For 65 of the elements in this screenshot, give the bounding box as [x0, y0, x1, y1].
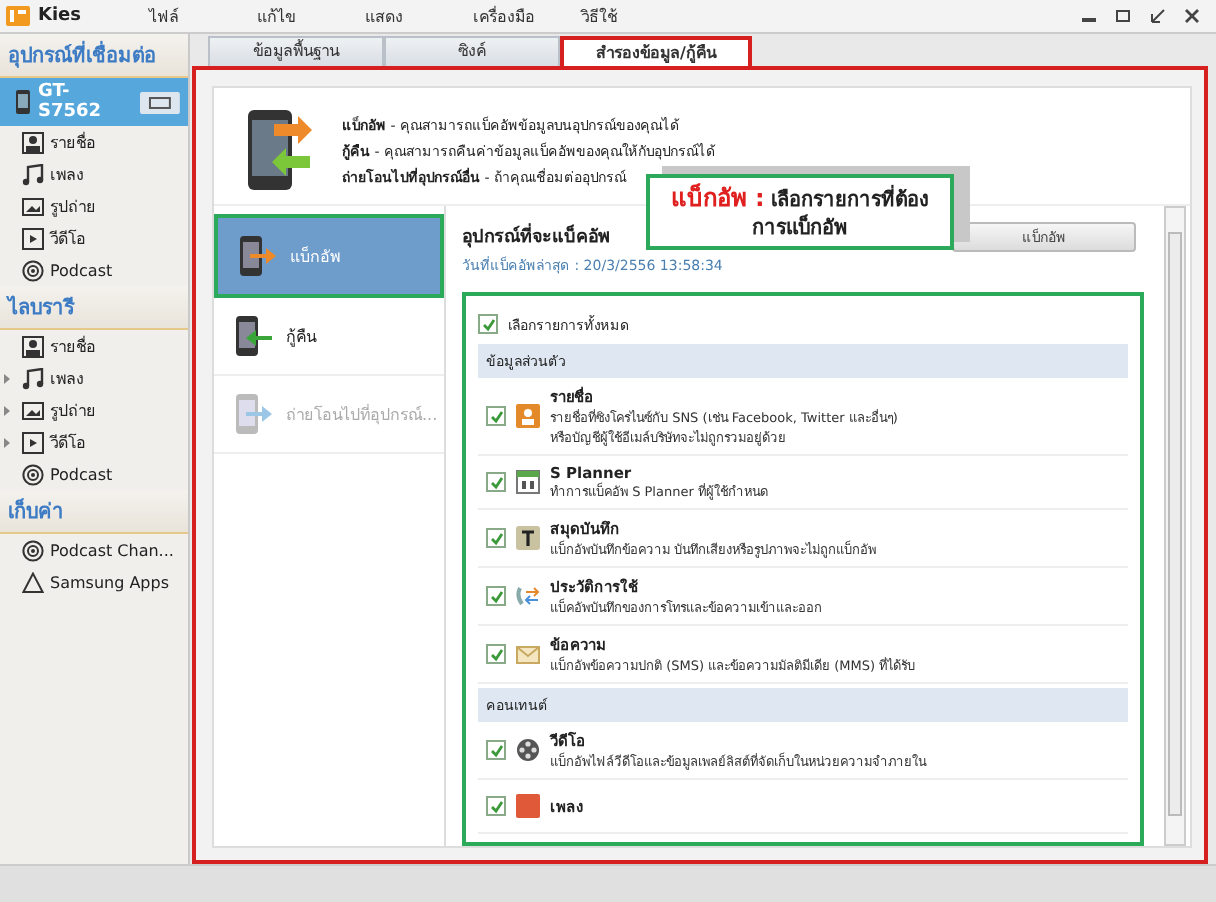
- app-logo-icon: [6, 6, 30, 26]
- phone-arrow-icon: [230, 392, 274, 436]
- phone-arrows-icon: [516, 584, 540, 608]
- sidebar-item[interactable]: Samsung Apps: [0, 566, 188, 598]
- phone-arrow-icon: [230, 314, 274, 358]
- app-name: Kies: [38, 6, 82, 26]
- sidebar-section-title: ไลบรารี: [0, 286, 188, 330]
- sidebar-item[interactable]: รายชื่อ: [0, 126, 188, 158]
- sidebar-item[interactable]: รายชื่อ: [0, 330, 188, 362]
- broadcast-icon: [22, 259, 44, 281]
- film-icon: [22, 431, 44, 453]
- letter-t-icon: [516, 526, 540, 550]
- sidebar-item[interactable]: เพลง: [0, 362, 188, 394]
- triangle-icon: [22, 571, 44, 593]
- sidebar-item[interactable]: Podcast Chan...: [0, 534, 188, 566]
- tab[interactable]: ข้อมูลพื้นฐาน: [208, 36, 384, 66]
- sidebar-item[interactable]: เพลง: [0, 158, 188, 190]
- sidebar-item[interactable]: วีดีโอ: [0, 426, 188, 458]
- checkbox[interactable]: [486, 740, 506, 760]
- menu-item[interactable]: ไฟล์: [149, 3, 250, 29]
- broadcast-icon: [22, 539, 44, 561]
- scrollbar[interactable]: [1164, 206, 1186, 846]
- checkbox[interactable]: [486, 644, 506, 664]
- film-reel-icon: [516, 738, 540, 762]
- menu-item[interactable]: วิธีใช้: [581, 3, 682, 29]
- contact-card-icon: [22, 335, 44, 357]
- sidebar-section-title: เก็บค่า: [0, 490, 188, 534]
- checkbox[interactable]: [486, 406, 506, 426]
- restore-icon[interactable]: [1150, 8, 1166, 24]
- calendar-icon: [516, 470, 540, 494]
- phone-transfer-icon: [246, 108, 314, 192]
- music-note-icon: [22, 163, 44, 185]
- envelope-icon: [516, 642, 540, 666]
- sidebar-item[interactable]: Podcast: [0, 254, 188, 286]
- checkbox[interactable]: [486, 796, 506, 816]
- sidebar-item[interactable]: วีดีโอ: [0, 222, 188, 254]
- checkbox[interactable]: [478, 314, 498, 334]
- menu-item[interactable]: เครื่องมือ: [473, 3, 574, 29]
- expand-arrow-icon[interactable]: [4, 405, 10, 415]
- music-note-icon: [22, 367, 44, 389]
- tab[interactable]: สำรองข้อมูล/กู้คืน: [560, 36, 752, 66]
- phone-arrow-icon: [234, 234, 278, 278]
- expand-arrow-icon[interactable]: [4, 437, 10, 447]
- tab[interactable]: ซิงค์: [384, 36, 560, 66]
- menu-item[interactable]: แสดง: [365, 3, 466, 29]
- film-icon: [22, 227, 44, 249]
- broadcast-icon: [22, 463, 44, 485]
- sidebar-item[interactable]: รูปถ่าย: [0, 190, 188, 222]
- sidebar-section-title: อุปกรณ์ที่เชื่อมต่อ: [0, 34, 188, 78]
- maximize-icon[interactable]: [1116, 8, 1132, 24]
- expand-arrow-icon[interactable]: [4, 373, 10, 383]
- close-icon[interactable]: [1184, 8, 1200, 24]
- phone-icon: [16, 90, 30, 114]
- checkbox[interactable]: [486, 586, 506, 606]
- checkbox[interactable]: [486, 528, 506, 548]
- contact-card-icon: [516, 404, 540, 428]
- menu-item[interactable]: แก้ไข: [257, 3, 358, 29]
- contact-card-icon: [22, 131, 44, 153]
- checkbox[interactable]: [486, 472, 506, 492]
- sidebar-item[interactable]: รูปถ่าย: [0, 394, 188, 426]
- device-folder-icon[interactable]: [140, 91, 180, 113]
- picture-icon: [22, 399, 44, 421]
- sidebar-item[interactable]: Podcast: [0, 458, 188, 490]
- picture-icon: [22, 195, 44, 217]
- mode-item[interactable]: กู้คืน: [214, 298, 444, 376]
